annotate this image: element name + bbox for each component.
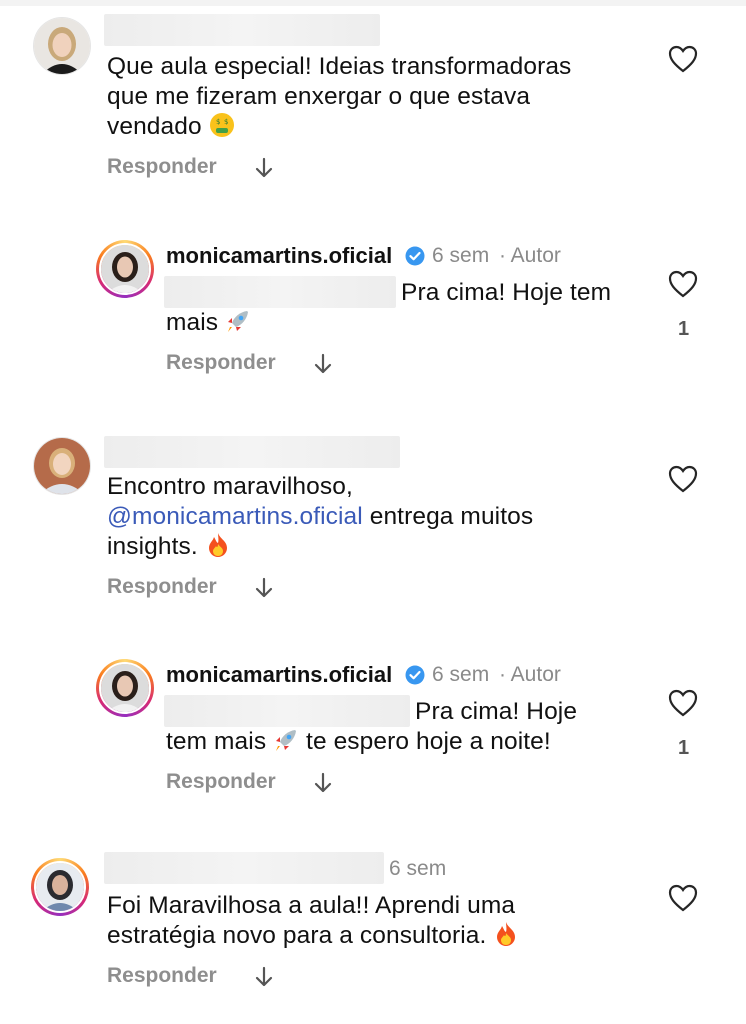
author-tag: · Autor (499, 663, 561, 686)
comment-text-line: vendado $ $ (107, 112, 235, 142)
avatar-photo (101, 245, 149, 293)
comment-text-line: Encontro maravilhoso, (107, 473, 353, 500)
comment-text-line: tem mais te espero hoje a noite! (166, 728, 551, 755)
arrow-down-icon[interactable] (255, 577, 273, 599)
comment-text-line: Que aula especial! Ideias transformadora… (107, 53, 572, 80)
author-avatar[interactable] (96, 240, 154, 298)
arrow-down-icon[interactable] (314, 353, 332, 375)
username[interactable]: monicamartins.oficial (166, 243, 392, 269)
like-count: 1 (678, 737, 690, 759)
arrow-down-icon[interactable] (255, 157, 273, 179)
redacted-username (104, 852, 384, 884)
avatar-photo (36, 863, 84, 911)
username[interactable]: monicamartins.oficial (166, 662, 392, 688)
svg-text:$: $ (216, 118, 221, 126)
comment-text-line: Pra cima! Hoje tem (401, 279, 612, 306)
fire-emoji-icon (497, 922, 516, 946)
reply-button[interactable]: Responder (107, 575, 217, 599)
comment-text-line: Foi Maravilhosa a aula!! Aprendi uma (107, 892, 516, 919)
arrow-down-icon[interactable] (314, 772, 332, 794)
avatar[interactable] (34, 18, 90, 74)
verified-badge-icon (405, 246, 425, 266)
reply-button[interactable]: Responder (166, 770, 276, 794)
author-tag: · Autor (499, 244, 561, 267)
avatar-photo (101, 664, 149, 712)
timestamp: 6 sem (389, 857, 447, 880)
comment-text-line: insights. (107, 532, 231, 562)
author-avatar[interactable] (96, 659, 154, 717)
heart-icon[interactable] (668, 689, 698, 717)
timestamp: 6 sem (432, 663, 490, 686)
comment-text-line: mais (166, 308, 251, 338)
comment-text-line: Pra cima! Hoje (415, 698, 578, 725)
avatar[interactable] (34, 438, 90, 494)
money-mouth-emoji-icon: $ $ (209, 113, 234, 137)
fire-emoji-icon (208, 533, 227, 557)
mention-link[interactable]: @monicamartins.oficial (107, 503, 363, 530)
svg-text:$: $ (224, 118, 229, 126)
reply-button[interactable]: Responder (107, 155, 217, 179)
redacted-mention (164, 276, 396, 308)
avatar-photo (34, 438, 90, 494)
reply-button[interactable]: Responder (166, 351, 276, 375)
rocket-emoji-icon (228, 311, 249, 332)
heart-icon[interactable] (668, 465, 698, 493)
avatar[interactable] (31, 858, 89, 916)
top-divider (0, 0, 746, 6)
heart-icon[interactable] (668, 884, 698, 912)
redacted-username (104, 14, 380, 46)
redacted-mention (164, 695, 410, 727)
like-count: 1 (678, 318, 690, 340)
reply-button[interactable]: Responder (107, 964, 217, 988)
timestamp: 6 sem (432, 244, 490, 267)
comment-text-line: estratégia novo para a consultoria. (107, 921, 519, 951)
heart-icon[interactable] (668, 270, 698, 298)
verified-badge-icon (405, 665, 425, 685)
redacted-username (104, 436, 400, 468)
comment-text-line: @monicamartins.oficial entrega muitos (107, 503, 534, 530)
arrow-down-icon[interactable] (255, 966, 273, 988)
comment-text-line: que me fizeram enxergar o que estava (107, 83, 531, 110)
avatar-photo (34, 18, 90, 74)
rocket-emoji-icon (276, 730, 297, 751)
heart-icon[interactable] (668, 45, 698, 73)
